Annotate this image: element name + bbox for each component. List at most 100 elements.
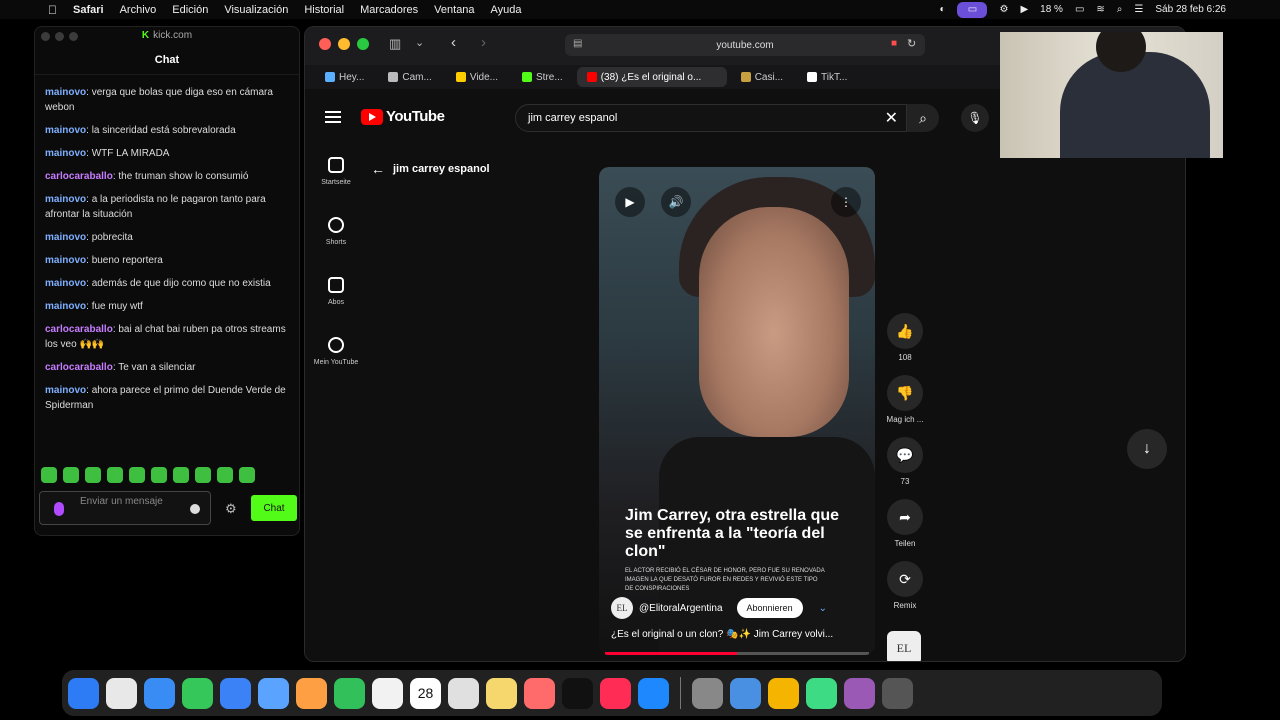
menu-item-visualizacion[interactable]: Visualización <box>224 4 288 16</box>
settings-icon[interactable]: ⚙ <box>999 4 1008 15</box>
minimize-button[interactable] <box>338 38 350 50</box>
browser-tab[interactable]: Vide... <box>446 67 508 87</box>
dock-app-icon[interactable] <box>486 677 517 709</box>
emote-icon[interactable] <box>85 467 101 483</box>
dock-app-icon[interactable] <box>448 677 479 709</box>
share-action[interactable]: ➦ Teilen <box>883 499 927 548</box>
page-settings-icon[interactable]: ▤ <box>573 38 582 49</box>
subscribe-button[interactable]: Abonnieren <box>736 598 803 618</box>
chat-username[interactable]: mainovo <box>45 125 86 136</box>
dock-app-icon[interactable] <box>562 677 593 709</box>
remix-icon[interactable]: ⟳ <box>887 561 923 597</box>
search-input[interactable]: jim carrey espanol ✕ <box>515 104 907 132</box>
channel-name[interactable]: @ElitoralArgentina <box>639 603 723 614</box>
dock-app-icon[interactable] <box>882 677 913 709</box>
dock-app-icon[interactable] <box>844 677 875 709</box>
menu-item-ayuda[interactable]: Ayuda <box>491 4 522 16</box>
thumbs-down-action[interactable]: 👎 Mag ich ... <box>883 375 927 424</box>
chat-username[interactable]: carlocaraballo <box>45 171 113 182</box>
chat-username[interactable]: mainovo <box>45 278 86 289</box>
back-to-search[interactable]: ← jim carrey espanol <box>371 161 490 177</box>
thumbs-up-action[interactable]: 👍 108 <box>883 313 927 362</box>
emote-picker-icon[interactable] <box>54 502 64 516</box>
channel-thumbnail[interactable]: EL <box>887 631 921 661</box>
dock-app-icon[interactable] <box>638 677 669 709</box>
status-icon[interactable]: ◐ <box>939 4 945 15</box>
dock-app-icon[interactable] <box>600 677 631 709</box>
browser-tab[interactable]: TikT... <box>797 67 857 87</box>
video-progress-bar[interactable] <box>605 652 869 655</box>
search-button[interactable]: ⌕ <box>907 104 939 132</box>
smiley-icon[interactable] <box>190 504 200 514</box>
browser-tab[interactable]: Stre... <box>512 67 573 87</box>
chat-username[interactable]: mainovo <box>45 148 86 159</box>
close-button[interactable] <box>319 38 331 50</box>
dock-app-icon[interactable] <box>372 677 403 709</box>
chat-username[interactable]: mainovo <box>45 87 86 98</box>
dock-app-icon[interactable] <box>768 677 799 709</box>
back-arrow-icon[interactable]: ← <box>371 161 385 177</box>
emote-icon[interactable] <box>151 467 167 483</box>
back-icon[interactable]: ‹ <box>451 34 456 51</box>
remix-action[interactable]: ⟳ Remix <box>883 561 927 610</box>
dock-app-icon[interactable] <box>220 677 251 709</box>
chat-username[interactable]: carlocaraballo <box>45 324 113 335</box>
more-options-icon[interactable]: ⋮ <box>831 187 861 217</box>
chat-username[interactable]: mainovo <box>45 232 86 243</box>
zoom-button[interactable] <box>357 38 369 50</box>
sidebar-toggle-icon[interactable]: ▥ <box>389 36 401 52</box>
dock-app-icon[interactable] <box>730 677 761 709</box>
emote-icon[interactable] <box>239 467 255 483</box>
comment-icon[interactable]: 💬 <box>887 437 923 473</box>
play-icon[interactable]: ▶ <box>1020 4 1028 15</box>
browser-tab[interactable]: Casi... <box>731 67 793 87</box>
menu-item-historial[interactable]: Historial <box>304 4 344 16</box>
voice-search-button[interactable]: 🎙 <box>961 104 989 132</box>
dock-app-icon[interactable] <box>106 677 137 709</box>
browser-tab[interactable]: Cam... <box>378 67 441 87</box>
emote-icon[interactable] <box>41 467 57 483</box>
play-pause-icon[interactable]: ▶ <box>615 187 645 217</box>
shorts-video-player[interactable]: ▶ 🔊 ⋮ Jim Carrey, otra estrella que se e… <box>599 167 875 655</box>
dock-app-icon[interactable] <box>692 677 723 709</box>
sidebar-item-you[interactable]: Mein YouTube <box>313 337 359 366</box>
thumbs-up-icon[interactable]: 👍 <box>887 313 923 349</box>
apple-menu-icon[interactable]:  <box>48 3 57 17</box>
browser-tab[interactable]: Hey... <box>315 67 374 87</box>
emote-icon[interactable] <box>63 467 79 483</box>
clear-search-icon[interactable]: ✕ <box>885 108 898 128</box>
screen-share-icon[interactable]: ▭ <box>957 1 988 18</box>
wifi-icon[interactable]: ≋ <box>1096 4 1104 15</box>
next-video-button[interactable]: ↓ <box>1127 429 1167 469</box>
chat-username[interactable]: mainovo <box>45 194 86 205</box>
chat-username[interactable]: mainovo <box>45 385 86 396</box>
chat-username[interactable]: carlocaraballo <box>45 362 113 373</box>
chat-username[interactable]: mainovo <box>45 301 86 312</box>
video-title[interactable]: ¿Es el original o un clon? 🎭✨ Jim Carrey… <box>611 629 833 640</box>
sidebar-item-subscriptions[interactable]: Abos <box>313 277 359 306</box>
emote-icon[interactable] <box>195 467 211 483</box>
chevron-down-icon[interactable]: ⌄ <box>819 603 827 614</box>
chat-input[interactable]: Enviar un mensaje <box>39 491 211 525</box>
chat-send-button[interactable]: Chat <box>251 495 297 521</box>
dock-app-icon[interactable] <box>334 677 365 709</box>
comment-action[interactable]: 💬 73 <box>883 437 927 486</box>
volume-icon[interactable]: 🔊 <box>661 187 691 217</box>
forward-icon[interactable]: › <box>481 34 486 51</box>
dock-app-icon[interactable] <box>524 677 555 709</box>
emote-icon[interactable] <box>129 467 145 483</box>
menu-item-archivo[interactable]: Archivo <box>120 4 157 16</box>
chat-username[interactable]: mainovo <box>45 255 86 266</box>
control-center-icon[interactable]: ☰ <box>1134 4 1143 15</box>
sidebar-item-shorts[interactable]: Shorts <box>313 217 359 246</box>
chevron-down-icon[interactable]: ⌄ <box>415 36 424 49</box>
dock-app-icon[interactable] <box>806 677 837 709</box>
emote-icon[interactable] <box>173 467 189 483</box>
share-icon[interactable]: ➦ <box>887 499 923 535</box>
reload-icon[interactable]: ↻ <box>907 37 916 50</box>
channel-avatar[interactable]: EL <box>611 597 633 619</box>
youtube-logo[interactable]: YouTube <box>361 108 445 125</box>
dock-app-icon[interactable] <box>296 677 327 709</box>
menu-icon[interactable] <box>325 111 341 126</box>
thumbs-down-icon[interactable]: 👎 <box>887 375 923 411</box>
